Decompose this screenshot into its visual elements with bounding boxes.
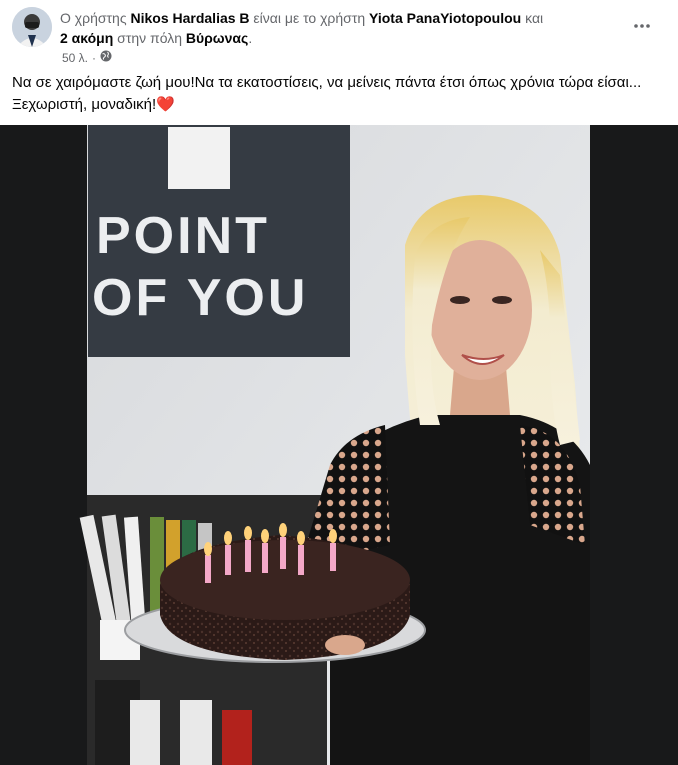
sign-line-2: OF YOU bbox=[92, 269, 308, 327]
heart-emoji: ❤️ bbox=[156, 96, 175, 113]
post-header: Ο χρήστης Nikos Hardalias Β είναι με το … bbox=[0, 0, 678, 125]
post-caption: Να σε χαιρόμαστε ζωή μου!Να τα εκατοστίσ… bbox=[12, 72, 662, 116]
author-avatar[interactable] bbox=[12, 7, 52, 47]
header-prefix: Ο χρήστης bbox=[60, 10, 131, 26]
post-timestamp[interactable]: 50 λ. bbox=[62, 51, 88, 65]
sign-line-1: POINT bbox=[96, 207, 270, 265]
caption-text: Να σε χαιρόμαστε ζωή μου!Να τα εκατοστίσ… bbox=[12, 74, 642, 113]
post-photo[interactable]: POINT OF YOU bbox=[0, 125, 678, 765]
more-options-button[interactable] bbox=[628, 12, 656, 36]
header-city-text: στην πόλη bbox=[113, 30, 186, 46]
header-with-text: είναι με το χρήστη bbox=[249, 10, 370, 26]
more-horizontal-icon bbox=[634, 15, 650, 33]
globe-icon bbox=[100, 50, 112, 65]
header-period: . bbox=[248, 30, 253, 46]
others-link[interactable]: 2 ακόμη bbox=[60, 30, 113, 46]
city-link[interactable]: Βύρωνας bbox=[186, 30, 248, 46]
author-name-link[interactable]: Nikos Hardalias Β bbox=[130, 10, 249, 26]
meta-separator: · bbox=[92, 50, 97, 65]
tagged-user-link[interactable]: Yiota PanaYiotopoulou bbox=[369, 10, 521, 26]
post-meta: 50 λ. · bbox=[62, 50, 112, 65]
header-and-text: και bbox=[521, 10, 544, 26]
post-header-text: Ο χρήστης Nikos Hardalias Β είναι με το … bbox=[60, 8, 620, 48]
